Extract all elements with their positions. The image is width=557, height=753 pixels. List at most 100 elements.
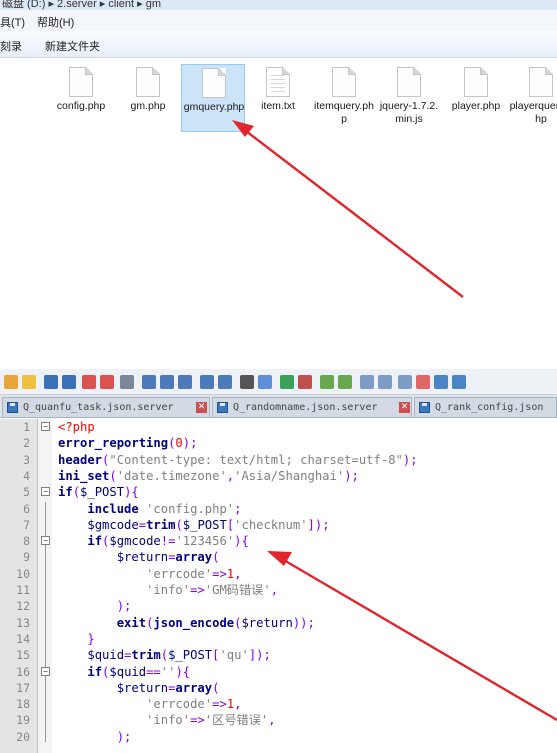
code-text: $return=array( (116, 550, 220, 565)
fold-toggle-icon[interactable]: − (41, 666, 50, 676)
code-text: $gmcode=trim($_POST['checknum']); (87, 517, 330, 532)
code-text: exit(json_encode($return)); (116, 615, 315, 630)
line-number: 10 (16, 566, 30, 581)
code-line[interactable]: 7 $gmcode=trim($_POST['checknum']); (0, 517, 557, 533)
code-line[interactable]: 11 'info'=>'GM码错误', (0, 582, 557, 598)
file-name: itemquery.php (314, 100, 374, 125)
line-number: 4 (23, 468, 30, 483)
paste-icon[interactable] (178, 375, 192, 389)
indent-guide-icon[interactable] (398, 375, 412, 389)
macro-save-icon[interactable] (452, 375, 466, 389)
tab-rank-config[interactable]: Q_rank_config.json (414, 397, 557, 417)
code-line[interactable]: 4 ini_set('date.timezone','Asia/Shanghai'… (0, 468, 557, 484)
macro-record-icon[interactable] (416, 375, 430, 389)
file-name: jquery-1.7.2.min.js (379, 100, 439, 125)
code-line[interactable]: 13 exit(json_encode($return)); (0, 615, 557, 631)
line-number: 7 (23, 517, 30, 532)
code-line[interactable]: 8 − if($gmcode!='123456'){ (0, 533, 557, 549)
code-line[interactable]: 6 include 'config.php'; (0, 501, 557, 517)
file-name: item.txt (261, 100, 295, 112)
new-file-icon[interactable] (4, 375, 18, 389)
document-file-icon (202, 68, 226, 98)
open-file-icon[interactable] (22, 375, 36, 389)
word-wrap-icon[interactable] (360, 375, 374, 389)
breadcrumb-path: 磁盘 (D:) ▸ 2.server ▸ client ▸ gm (2, 0, 161, 10)
file-item[interactable]: item.txt (246, 64, 310, 132)
code-line[interactable]: 2 error_reporting(0); (0, 435, 557, 451)
code-line[interactable]: 14 } (0, 631, 557, 647)
close-tab-icon[interactable]: ✕ (196, 402, 207, 413)
cut-icon[interactable] (142, 375, 156, 389)
file-item[interactable]: config.php (49, 64, 113, 132)
find-icon[interactable] (240, 375, 254, 389)
code-line[interactable]: 9 $return=array( (0, 549, 557, 565)
document-file-icon (69, 67, 93, 97)
code-line[interactable]: 17 $return=array( (0, 680, 557, 696)
fold-toggle-icon[interactable]: − (41, 487, 50, 497)
burn-button[interactable]: 刻录 (0, 38, 22, 54)
code-text: 'errcode'=>1, (146, 697, 242, 712)
save-all-icon[interactable] (62, 375, 76, 389)
new-folder-button[interactable]: 新建文件夹 (45, 38, 100, 54)
code-line[interactable]: 1 − <?php (0, 419, 557, 435)
line-number: 13 (16, 615, 30, 630)
fold-toggle-icon[interactable]: − (41, 536, 50, 546)
code-editor-window: Q_quanfu_task.json.server ✕ Q_randomname… (0, 365, 557, 753)
copy-icon[interactable] (160, 375, 174, 389)
line-number: 5 (23, 485, 30, 500)
line-number: 9 (23, 550, 30, 565)
macro-play-icon[interactable] (434, 375, 448, 389)
show-symbols-icon[interactable] (378, 375, 392, 389)
line-number: 18 (16, 697, 30, 712)
save-icon[interactable] (44, 375, 58, 389)
file-item[interactable]: gmquery.php (181, 64, 245, 132)
code-text: $quid=trim($_POST['qu']); (87, 648, 271, 663)
code-line[interactable]: 15 $quid=trim($_POST['qu']); (0, 647, 557, 663)
menu-help[interactable]: 帮助(H) (37, 14, 74, 30)
code-line[interactable]: 18 'errcode'=>1, (0, 696, 557, 712)
line-number: 19 (16, 713, 30, 728)
code-line[interactable]: 10 'errcode'=>1, (0, 566, 557, 582)
line-number: 12 (16, 599, 30, 614)
file-name: player.php (451, 100, 501, 112)
zoom-in-icon[interactable] (280, 375, 294, 389)
line-number: 3 (23, 452, 30, 467)
close-file-icon[interactable] (82, 375, 96, 389)
code-line[interactable]: 16 − if($quid==''){ (0, 664, 557, 680)
close-all-icon[interactable] (100, 375, 114, 389)
undo-icon[interactable] (200, 375, 214, 389)
tab-randomname[interactable]: Q_randomname.json.server ✕ (212, 397, 412, 417)
code-text: if($_POST){ (58, 485, 139, 500)
fold-toggle-icon[interactable]: − (41, 422, 50, 431)
code-text: header("Content-type: text/html; charset… (58, 452, 418, 467)
menu-tools[interactable]: 具(T) (0, 14, 25, 30)
file-item[interactable]: player.php (444, 64, 508, 132)
code-area[interactable]: 1− <?php 2 error_reporting(0); 3 header("Cont… (0, 419, 557, 753)
saved-file-icon (419, 402, 430, 413)
code-line[interactable]: 19 'info'=>'区号错误', (0, 712, 557, 728)
menu-bar: 具(T) 帮助(H) (0, 10, 557, 31)
zoom-out-icon[interactable] (298, 375, 312, 389)
code-text: 'info'=>'GM码错误', (146, 583, 279, 597)
code-text: ); (116, 599, 132, 614)
sync-vertical-icon[interactable] (320, 375, 334, 389)
saved-file-icon (7, 402, 18, 413)
code-line[interactable]: 12 ); (0, 598, 557, 614)
line-number: 8 (23, 534, 30, 549)
print-icon[interactable] (120, 375, 134, 389)
file-item[interactable]: gm.php (116, 64, 180, 132)
code-text: $return=array( (116, 680, 220, 695)
file-item[interactable]: itemquery.php (312, 64, 376, 132)
line-number: 17 (16, 680, 30, 695)
sync-horizontal-icon[interactable] (338, 375, 352, 389)
file-item[interactable]: playerquery.php (509, 64, 557, 132)
tab-quanfu-task[interactable]: Q_quanfu_task.json.server ✕ (2, 397, 210, 417)
file-item[interactable]: jquery-1.7.2.min.js (377, 64, 441, 132)
code-text: } (87, 631, 95, 646)
code-line[interactable]: 3 header("Content-type: text/html; charse… (0, 452, 557, 468)
code-line[interactable]: 20 ); (0, 729, 557, 745)
redo-icon[interactable] (218, 375, 232, 389)
replace-icon[interactable] (258, 375, 272, 389)
close-tab-icon[interactable]: ✕ (399, 402, 410, 413)
code-line[interactable]: 5 − if($_POST){ (0, 484, 557, 500)
